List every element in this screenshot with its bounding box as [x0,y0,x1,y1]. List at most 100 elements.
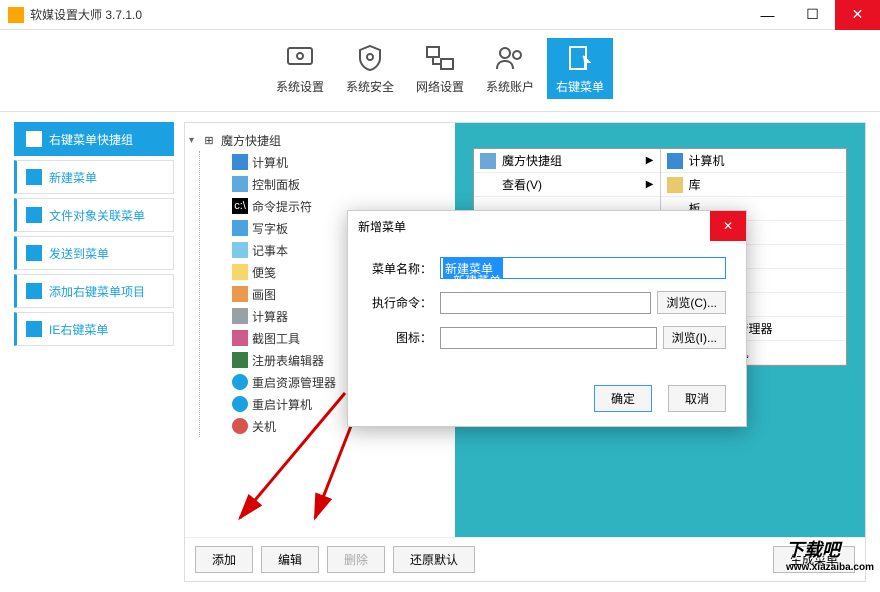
icon-input[interactable] [440,327,657,349]
command-input[interactable] [440,292,651,314]
tree-item-label: 画图 [252,286,276,303]
shield-icon [354,42,386,74]
sidebar-item-label: 发送到菜单 [49,245,109,262]
dialog-close-button[interactable]: ✕ [710,211,746,241]
network-icon [424,42,456,74]
tree-item[interactable]: 计算机 [200,151,451,173]
sidebar-item-add-item[interactable]: 添加右键菜单项目 [14,274,174,308]
grid-icon: ⊞ [201,132,217,148]
close-button[interactable]: ✕ [835,0,880,30]
tree-item-label: 重启计算机 [252,396,312,413]
minimize-button[interactable]: — [745,0,790,30]
context-menu-icon [564,42,596,74]
nav-label: 系统设置 [276,78,324,95]
app-logo-icon [8,7,24,23]
sidebar-item-new-menu[interactable]: 新建菜单 [14,160,174,194]
restart-explorer-icon [232,374,248,390]
menu-name-label: 菜单名称： [368,260,440,277]
list-icon [25,206,43,224]
add-button[interactable]: 添加 [195,546,253,573]
tree-item-label: 命令提示符 [252,198,312,215]
sidebar-item-file-assoc[interactable]: 文件对象关联菜单 [14,198,174,232]
paint-icon [232,286,248,302]
cancel-button[interactable]: 取消 [668,385,726,412]
preview-menu-label: 查看(V) [502,176,542,193]
preview-menu-label: 魔方快捷组 [502,152,562,169]
computer-icon [232,154,248,170]
tree-item-label: 关机 [252,418,276,435]
control-panel-icon [232,176,248,192]
menu-name-input[interactable] [440,257,726,279]
top-nav: 系统设置 系统安全 网络设置 系统账户 右键菜单 [0,30,880,112]
new-menu-dialog: 新增菜单 ✕ 菜单名称： 执行命令： 浏览(C)... 图标： 浏览(I)...… [347,210,747,427]
nav-system-settings[interactable]: 系统设置 [267,38,333,99]
dialog-titlebar: 新增菜单 ✕ [348,211,746,241]
browse-command-button[interactable]: 浏览(C)... [657,291,726,314]
nav-label: 右键菜单 [556,78,604,95]
calculator-icon [232,308,248,324]
browse-icon-button[interactable]: 浏览(I)... [663,326,726,349]
tree-item-label: 计算机 [252,154,288,171]
tree-item-label: 计算器 [252,308,288,325]
computer-icon [667,153,683,169]
maximize-button[interactable]: ☐ [790,0,835,30]
nav-label: 系统账户 [486,78,534,95]
sidebar: 右键菜单快捷组 新建菜单 文件对象关联菜单 发送到菜单 添加右键菜单项目 IE右… [14,122,174,582]
sidebar-item-sendto[interactable]: 发送到菜单 [14,236,174,270]
ok-button[interactable]: 确定 [594,385,652,412]
watermark: 下载吧 www.xiazaiba.com [786,536,874,573]
sidebar-item-label: IE右键菜单 [49,321,108,338]
tree-item-label: 注册表编辑器 [252,352,324,369]
window-title: 软媒设置大师 3.7.1.0 [30,6,142,23]
icon-label: 图标： [368,329,440,346]
preview-menu-item: 查看(V) ▶ [474,173,660,197]
tree-item-label: 便笺 [252,264,276,281]
edit-button[interactable]: 编辑 [261,546,319,573]
tree-item-label: 记事本 [252,242,288,259]
command-label: 执行命令： [368,294,440,311]
nav-system-account[interactable]: 系统账户 [477,38,543,99]
sidebar-item-ie-menu[interactable]: IE右键菜单 [14,312,174,346]
users-icon [494,42,526,74]
sidebar-item-label: 新建菜单 [49,169,97,186]
cmd-icon: c:\ [232,198,248,214]
regedit-icon [232,352,248,368]
preview-submenu-item: 计算机 [661,149,847,173]
chevron-right-icon: ▶ [646,179,654,190]
grid-icon [480,153,496,169]
delete-button[interactable]: 删除 [327,546,385,573]
tree-item[interactable]: 控制面板 [200,173,451,195]
titlebar: 软媒设置大师 3.7.1.0 — ☐ ✕ [0,0,880,30]
notepad-icon [232,242,248,258]
tree-root-label: 魔方快捷组 [221,132,281,149]
preview-submenu-label: 库 [689,176,701,193]
nav-right-click-menu[interactable]: 右键菜单 [547,38,613,99]
preview-menu-item: 魔方快捷组▶ [474,149,660,173]
tree-root[interactable]: ▾⊞魔方快捷组 [189,129,451,151]
gear-monitor-icon [284,42,316,74]
watermark-url: www.xiazaiba.com [786,562,874,573]
ie-icon [25,320,43,338]
bottom-toolbar: 添加 编辑 删除 还原默认 生成菜单 [185,537,865,581]
nav-label: 系统安全 [346,78,394,95]
tree-item-label: 写字板 [252,220,288,237]
dialog-title: 新增菜单 [358,218,406,235]
restart-icon [232,396,248,412]
nav-label: 网络设置 [416,78,464,95]
sidebar-item-label: 文件对象关联菜单 [49,207,145,224]
wordpad-icon [232,220,248,236]
nav-network-settings[interactable]: 网络设置 [407,38,473,99]
plus-icon [25,282,43,300]
sidebar-item-shortcut-group[interactable]: 右键菜单快捷组 [14,122,174,156]
power-icon [232,418,248,434]
sidebar-item-label: 右键菜单快捷组 [49,131,133,148]
watermark-text: 下载吧 [786,540,840,560]
snip-icon [232,330,248,346]
list-icon [25,244,43,262]
list-icon [25,168,43,186]
restore-default-button[interactable]: 还原默认 [393,546,475,573]
tree-item-label: 重启资源管理器 [252,374,336,391]
nav-system-security[interactable]: 系统安全 [337,38,403,99]
sticky-note-icon [232,264,248,280]
collapse-icon[interactable]: ▾ [189,135,201,146]
